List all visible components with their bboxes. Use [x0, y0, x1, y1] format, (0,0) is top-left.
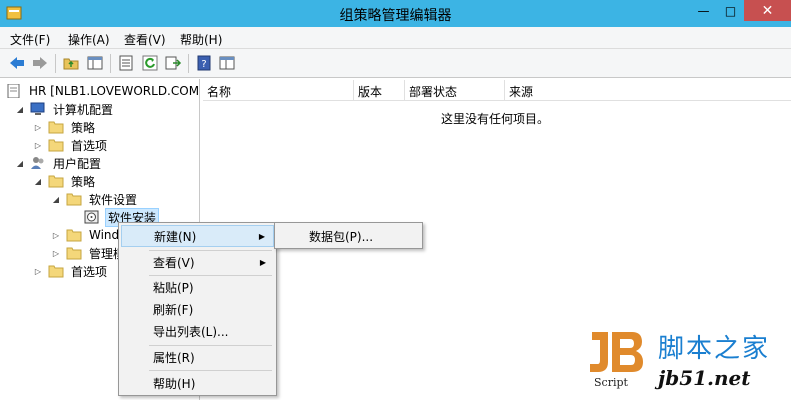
context-menu: 新建(N) ▶ 查看(V) ▶ 粘贴(P) 刷新(F) 导出列表(L)... 属…	[118, 222, 277, 396]
tree-item-preferences[interactable]: ▷ 首选项	[32, 136, 109, 154]
watermark: JB Script 脚本之家 jb51.net	[584, 326, 791, 400]
export-list-icon[interactable]	[164, 54, 182, 72]
menu-action[interactable]: 操作(A)	[68, 31, 110, 48]
folder-icon	[66, 229, 82, 242]
tree-item-policies[interactable]: ◢ 策略	[32, 172, 97, 190]
tree-item-user-config[interactable]: ◢ 用户配置	[14, 154, 103, 172]
watermark-site-name: 脚本之家	[658, 334, 771, 364]
tree-label: 策略	[71, 174, 96, 189]
menu-separator	[149, 370, 272, 371]
menu-bar: 文件(F) 操作(A) 查看(V) 帮助(H)	[0, 27, 791, 49]
menu-item-label: 查看(V)	[153, 255, 195, 270]
column-header-deploy-state[interactable]: 部署状态	[405, 80, 505, 101]
menu-item-paste[interactable]: 粘贴(P)	[121, 276, 274, 298]
jb51-logo: JB	[590, 332, 643, 372]
tree-item-admin-templates[interactable]: ▷ 管理模	[50, 244, 127, 262]
folder-icon	[48, 139, 64, 152]
close-button[interactable]: ✕	[744, 0, 791, 21]
tree-item-computer-config[interactable]: ◢ 计算机配置	[14, 100, 115, 118]
folder-icon	[48, 265, 64, 278]
expand-arrow-icon[interactable]: ▷	[32, 139, 44, 151]
collapse-arrow-icon[interactable]: ◢	[50, 193, 62, 205]
menu-item-refresh[interactable]: 刷新(F)	[121, 298, 274, 320]
menu-file[interactable]: 文件(F)	[10, 31, 50, 48]
menu-item-label: 刷新(F)	[153, 302, 194, 317]
folder-icon	[66, 247, 82, 260]
computer-icon	[30, 102, 45, 115]
tree-item-policies[interactable]: ▷ 策略	[32, 118, 97, 136]
menu-item-label: 导出列表(L)...	[153, 324, 229, 339]
show-hide-tree-icon[interactable]	[86, 54, 104, 72]
toolbar: ?	[0, 49, 791, 78]
window-title: 组策略管理编辑器	[339, 8, 452, 24]
toolbar-separator	[55, 54, 56, 73]
menu-item-label: 粘贴(P)	[153, 280, 194, 295]
column-header-version[interactable]: 版本	[354, 80, 405, 101]
watermark-script: Script	[594, 376, 628, 389]
folder-icon	[66, 193, 82, 206]
forward-arrow-icon[interactable]	[31, 54, 49, 72]
policy-document-icon	[7, 84, 20, 98]
column-header-source[interactable]: 来源	[505, 80, 791, 101]
new-submenu: 数据包(P)...	[274, 222, 423, 249]
menu-item-view[interactable]: 查看(V) ▶	[121, 251, 274, 273]
menu-item-label: 属性(R)	[153, 350, 195, 365]
menu-item-export-list[interactable]: 导出列表(L)...	[121, 320, 274, 342]
toolbar-separator	[110, 54, 111, 73]
title-bar: 组策略管理编辑器 — □ ✕	[0, 0, 791, 27]
svg-text:?: ?	[201, 59, 206, 70]
submenu-arrow-icon: ▶	[258, 231, 265, 241]
menu-item-label: 数据包(P)...	[309, 229, 374, 244]
tree-item-preferences[interactable]: ▷ 首选项	[32, 262, 109, 280]
collapse-arrow-icon[interactable]: ◢	[14, 157, 26, 169]
collapse-arrow-icon[interactable]: ◢	[14, 103, 26, 115]
users-icon	[31, 157, 44, 169]
maximize-button[interactable]: □	[717, 0, 744, 21]
up-folder-icon[interactable]	[62, 54, 80, 72]
menu-item-label: 新建(N)	[154, 229, 197, 244]
empty-list-message: 这里没有任何项目。	[441, 112, 550, 126]
tree-label: 首选项	[71, 264, 108, 279]
list-view-icon[interactable]	[218, 54, 236, 72]
menu-item-label: 帮助(H)	[153, 376, 196, 391]
collapse-arrow-icon[interactable]: ◢	[32, 175, 44, 187]
tree-label: 首选项	[71, 138, 108, 153]
submenu-arrow-icon: ▶	[259, 257, 266, 267]
properties-icon[interactable]	[117, 54, 135, 72]
tree-label: 策略	[71, 120, 96, 135]
refresh-icon[interactable]	[141, 54, 159, 72]
expand-arrow-icon[interactable]: ▷	[50, 229, 62, 241]
tree-label: Wind	[89, 228, 120, 242]
minimize-button[interactable]: —	[690, 0, 717, 21]
expand-arrow-icon[interactable]: ▷	[32, 265, 44, 277]
back-arrow-icon[interactable]	[8, 54, 26, 72]
tree-label: 计算机配置	[53, 102, 114, 117]
tree-label: HR [NLB1.LOVEWORLD.COM	[29, 84, 200, 98]
software-install-icon	[84, 210, 99, 224]
expand-arrow-icon[interactable]: ▷	[32, 121, 44, 133]
menu-view[interactable]: 查看(V)	[124, 31, 166, 48]
menu-item-package[interactable]: 数据包(P)...	[277, 225, 420, 247]
menu-item-properties[interactable]: 属性(R)	[121, 346, 274, 368]
watermark-url: jb51.net	[658, 366, 751, 390]
help-icon[interactable]: ?	[195, 54, 213, 72]
menu-item-new[interactable]: 新建(N) ▶	[121, 225, 274, 247]
tree-item-software-settings[interactable]: ◢ 软件设置	[50, 190, 139, 208]
tree-item-root[interactable]: HR [NLB1.LOVEWORLD.COM	[6, 82, 200, 100]
tree-label: 用户配置	[53, 156, 102, 171]
folder-icon	[48, 121, 64, 134]
menu-item-help[interactable]: 帮助(H)	[121, 372, 274, 394]
tree-item-windows-settings[interactable]: ▷ Wind	[50, 226, 121, 244]
menu-help[interactable]: 帮助(H)	[180, 31, 222, 48]
tree-label: 软件设置	[89, 192, 138, 207]
toolbar-separator	[188, 54, 189, 73]
column-header-name[interactable]: 名称	[203, 80, 354, 101]
folder-icon	[48, 175, 64, 188]
expand-arrow-icon[interactable]: ▷	[50, 247, 62, 259]
